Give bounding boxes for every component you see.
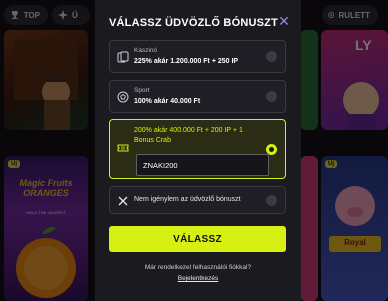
option-category: Kaszinó xyxy=(134,47,158,54)
nav-pill-label: TOP xyxy=(23,10,40,20)
option-value: 100% akár 40.000 Ft xyxy=(134,98,201,105)
nav-pill-top[interactable]: TOP xyxy=(4,5,48,25)
option-category: Sport xyxy=(134,87,150,94)
game-tile[interactable] xyxy=(300,156,318,301)
pig-art xyxy=(329,186,381,252)
option-radio[interactable] xyxy=(266,91,277,102)
nav-pill-new[interactable]: Ú xyxy=(52,5,90,25)
option-radio[interactable] xyxy=(266,195,277,206)
choose-button[interactable]: VÁLASSZ xyxy=(109,226,286,252)
bonus-option-sport[interactable]: Sport 100% akár 40.000 Ft xyxy=(109,80,286,113)
ticket-icon xyxy=(117,144,129,152)
game-tile[interactable]: LY xyxy=(321,30,388,130)
roulette-icon xyxy=(328,12,335,18)
cards-icon xyxy=(117,51,129,63)
option-value: 225% akár 1.200.000 Ft + 250 IP xyxy=(134,58,239,65)
bonus-option-casino[interactable]: Kaszinó 225% akár 1.200.000 Ft + 250 IP xyxy=(109,40,286,73)
trophy-icon xyxy=(11,11,18,19)
close-icon[interactable]: ✕ xyxy=(277,14,291,28)
login-prompt: Már rendelkezel felhasználói fiókkal? xyxy=(144,264,252,271)
option-value: 200% akár 400.000 Ft + 200 IP + 1 Bonus … xyxy=(134,127,243,144)
x-icon xyxy=(118,196,128,206)
game-tile[interactable] xyxy=(4,30,88,130)
bonus-option-none[interactable]: Nem igénylem az üdvözlő bónuszt xyxy=(109,186,286,214)
login-link[interactable]: Bejelentkezés xyxy=(95,275,301,282)
modal-title: VÁLASSZ ÜDVÖZLŐ BÓNUSZT xyxy=(109,17,278,29)
game-tile[interactable]: Új Magic Fruits ORANGES HOLD THE JACKPOT xyxy=(4,156,88,301)
svg-text:LY: LY xyxy=(355,37,372,53)
nav-pill-roulette[interactable]: RULETT xyxy=(322,5,378,25)
sparkle-icon xyxy=(58,10,68,20)
bonus-option-selected[interactable]: 200% akár 400.000 Ft + 200 IP + 1 Bonus … xyxy=(109,119,286,179)
game-tile[interactable] xyxy=(300,30,318,130)
game-tile[interactable]: Új Royal xyxy=(321,156,388,301)
game-art xyxy=(14,40,78,130)
option-radio[interactable] xyxy=(266,51,277,62)
game-logo: Royal xyxy=(344,238,366,247)
welcome-bonus-modal: VÁLASSZ ÜDVÖZLŐ BÓNUSZT ✕ Kaszinó 225% a… xyxy=(95,0,301,301)
option-value: Nem igénylem az üdvözlő bónuszt xyxy=(134,196,241,203)
option-radio[interactable] xyxy=(266,144,277,155)
orange-art xyxy=(16,226,76,298)
nav-pill-label: Ú xyxy=(72,10,78,20)
promo-code-input[interactable] xyxy=(136,154,269,176)
nav-pill-label: RULETT xyxy=(338,10,370,20)
football-icon xyxy=(117,91,129,103)
game-art: LY xyxy=(343,37,379,130)
